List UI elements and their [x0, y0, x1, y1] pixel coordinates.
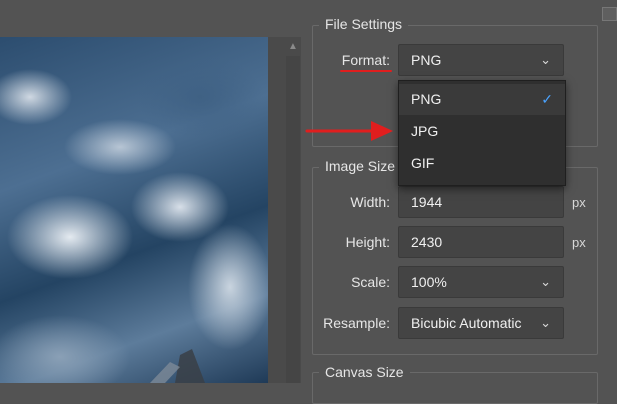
format-option-label: JPG [411, 123, 439, 139]
red-arrow-icon [305, 121, 393, 141]
format-option-label: GIF [411, 155, 435, 171]
checkmark-icon: ✓ [541, 91, 553, 107]
format-option-png[interactable]: PNG ✓ [399, 84, 565, 115]
scale-select[interactable]: 100% ⌄ [398, 266, 564, 298]
resample-label: Resample: [323, 315, 390, 331]
chevron-down-icon: ⌄ [540, 52, 551, 67]
file-settings-title: File Settings [319, 16, 409, 32]
width-input[interactable]: 1944 [398, 186, 564, 218]
format-select[interactable]: PNG ⌄ [398, 44, 564, 76]
image-preview [0, 37, 268, 383]
chevron-down-icon: ⌄ [540, 315, 551, 330]
width-value: 1944 [411, 194, 443, 210]
width-label: Width: [350, 194, 390, 210]
scroll-up-arrow-icon[interactable]: ▲ [286, 40, 300, 54]
scale-label: Scale: [351, 274, 390, 290]
height-label: Height: [345, 234, 390, 250]
scale-value: 100% [411, 274, 447, 290]
width-unit: px [572, 195, 586, 210]
resample-value: Bicubic Automatic [411, 315, 522, 331]
vertical-scrollbar[interactable] [286, 56, 300, 383]
chevron-down-icon: ⌄ [540, 274, 551, 289]
resample-select[interactable]: Bicubic Automatic ⌄ [398, 307, 564, 339]
format-label: Format: [341, 52, 390, 68]
panel-menu-button[interactable] [602, 7, 617, 21]
height-value: 2430 [411, 234, 443, 250]
format-label-underline [340, 70, 392, 72]
image-size-title: Image Size [319, 158, 402, 174]
height-input[interactable]: 2430 [398, 226, 564, 258]
format-option-gif[interactable]: GIF [399, 148, 565, 179]
height-unit: px [572, 235, 586, 250]
format-option-label: PNG [411, 91, 442, 107]
seagull-silhouette [150, 349, 205, 383]
format-option-jpg[interactable]: JPG [399, 116, 565, 147]
format-select-value: PNG [411, 52, 442, 68]
canvas-size-title: Canvas Size [319, 364, 410, 380]
format-dropdown-menu: PNG ✓ JPG GIF [398, 80, 566, 186]
